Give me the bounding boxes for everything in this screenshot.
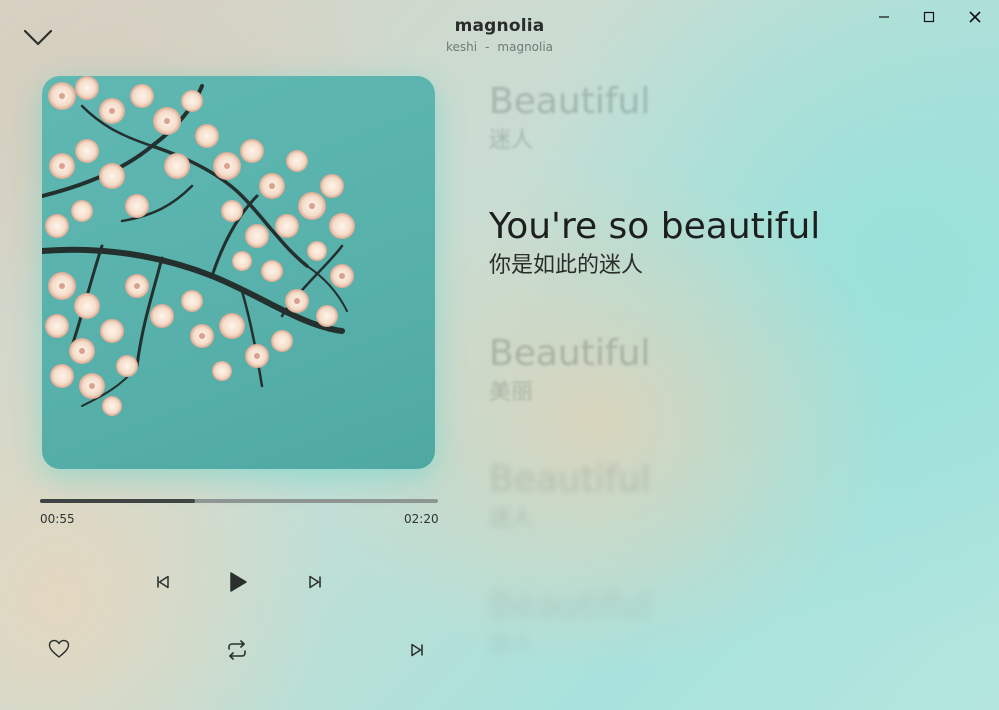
minimize-icon [879, 16, 889, 18]
album-name[interactable]: magnolia [497, 40, 553, 54]
next-track-button[interactable] [304, 571, 326, 593]
repeat-icon [228, 640, 246, 660]
previous-track-button[interactable] [152, 571, 174, 593]
skip-next-icon [309, 575, 321, 589]
album-cover [42, 76, 435, 469]
play-button[interactable] [225, 569, 251, 595]
artist-name[interactable]: keshi [446, 40, 477, 54]
lyric-text: Beautiful [489, 81, 651, 122]
close-button[interactable] [964, 6, 986, 28]
heart-icon [48, 639, 70, 658]
lyric-line[interactable]: Beautiful 迷人 [489, 82, 650, 156]
lyric-translation: 美丽 [489, 380, 534, 405]
maximize-button[interactable] [918, 6, 940, 28]
maximize-icon [923, 11, 935, 23]
lyric-line[interactable]: Beautiful 美丽 [489, 334, 650, 408]
lyric-text: Beautiful [489, 333, 651, 374]
progress-bar[interactable] [40, 499, 438, 503]
lyric-translation: 迷人 [489, 506, 534, 531]
skip-previous-icon [157, 575, 169, 589]
lyric-text: Beautiful [489, 585, 651, 626]
lyric-translation: 迷人 [489, 632, 534, 657]
lyric-line-current[interactable]: You're so beautiful 你是如此的迷人 [489, 207, 820, 281]
play-next-button[interactable] [406, 639, 428, 661]
like-button[interactable] [47, 637, 71, 661]
play-icon [230, 572, 247, 592]
subtitle-separator: - [485, 40, 490, 54]
minimize-button[interactable] [873, 6, 895, 28]
lyric-translation: 迷人 [489, 128, 534, 153]
lyric-translation: 你是如此的迷人 [489, 253, 644, 278]
track-header: magnolia keshi - magnolia [0, 16, 999, 54]
lyric-line[interactable]: Beautiful 迷人 [489, 586, 650, 660]
lyric-text: You're so beautiful [489, 206, 821, 247]
repeat-button[interactable] [225, 638, 249, 662]
song-subtitle: keshi - magnolia [0, 40, 999, 54]
total-time: 02:20 [404, 512, 439, 526]
lyric-line[interactable]: Beautiful 迷人 [489, 460, 650, 534]
song-title: magnolia [454, 16, 545, 36]
progress-fill [40, 499, 196, 503]
blossom-artwork [42, 76, 355, 416]
skip-next-icon [411, 643, 423, 657]
lyric-text: Beautiful [489, 459, 651, 500]
current-time: 00:55 [40, 512, 75, 526]
close-icon [969, 11, 981, 23]
